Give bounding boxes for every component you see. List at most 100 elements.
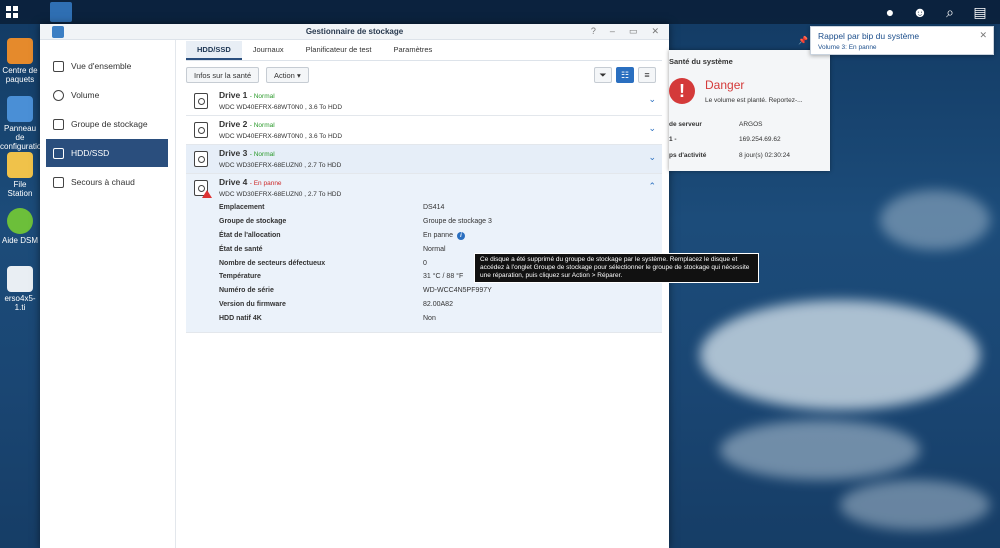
detail-value: Non bbox=[423, 315, 436, 323]
sidebar-item-overview[interactable]: Vue d'ensemble bbox=[46, 52, 168, 80]
search-icon[interactable]: ⌕ bbox=[942, 4, 958, 20]
health-description[interactable]: Le volume est planté. Reportez-... bbox=[705, 97, 827, 104]
overview-icon bbox=[53, 60, 64, 72]
tab-logs[interactable]: Journaux bbox=[242, 41, 295, 60]
pin-icon[interactable]: 📌 bbox=[798, 36, 808, 45]
compact-view-icon[interactable]: ≡ bbox=[638, 67, 656, 83]
drive-model: WDC WD40EFRX-68WT0N0 , 3.6 To HDD bbox=[219, 133, 343, 140]
drive-details: Emplacement DS414 Groupe de stockage Group… bbox=[219, 204, 492, 329]
sidebar: Vue d'ensemble Volume Groupe de stockage… bbox=[40, 40, 176, 548]
drive-row-1[interactable]: Drive 1 - Normal WDC WD40EFRX-68WT0N0 , … bbox=[186, 87, 662, 116]
tab-hdd-ssd[interactable]: HDD/SSD bbox=[186, 41, 242, 60]
image-file-icon bbox=[7, 266, 33, 292]
desktop-icon-dsm-help[interactable]: Aide DSM bbox=[0, 208, 40, 245]
maximize-button[interactable]: ▭ bbox=[629, 26, 638, 37]
drive-row-3[interactable]: Drive 3 - Normal WDC WD30EFRX-68EUZN0 , … bbox=[186, 145, 662, 174]
chevron-down-icon[interactable]: ⌄ bbox=[648, 94, 656, 105]
detail-value: Groupe de stockage 3 bbox=[423, 217, 492, 225]
notification-title: Rappel par bip du système bbox=[818, 31, 920, 41]
tab-settings[interactable]: Paramètres bbox=[383, 41, 444, 60]
detail-value: 82.00A82 bbox=[423, 301, 453, 309]
detail-label: État de l'allocation bbox=[219, 231, 281, 239]
detail-value: WD-WCC4N5PF997Y bbox=[423, 287, 492, 295]
notifications-icon[interactable]: ● bbox=[882, 4, 898, 20]
minimize-button[interactable]: – bbox=[610, 26, 615, 37]
toolbar: Infos sur la santé Action ▾ ⏷ ☷ ≡ bbox=[186, 61, 662, 87]
drive-status: Normal bbox=[253, 151, 275, 158]
sidebar-item-hot-spare[interactable]: Secours à chaud bbox=[46, 168, 168, 196]
main-panel: HDD/SSD Journaux Planificateur de test P… bbox=[186, 40, 662, 548]
sidebar-item-label: Secours à chaud bbox=[71, 177, 135, 187]
drive-row-2[interactable]: Drive 2 - Normal WDC WD40EFRX-68WT0N0 , … bbox=[186, 116, 662, 145]
chevron-down-icon[interactable]: ⌄ bbox=[648, 152, 656, 163]
detail-value: 0 bbox=[423, 259, 427, 267]
file-station-icon bbox=[7, 152, 33, 178]
desktop-icon-label: File Station bbox=[7, 180, 33, 198]
sidebar-item-label: HDD/SSD bbox=[71, 148, 110, 158]
chevron-down-icon[interactable]: ⌄ bbox=[648, 123, 656, 134]
drive-model: WDC WD30EFRX-68EUZN0 , 2.7 To HDD bbox=[219, 162, 342, 169]
info-icon[interactable]: i bbox=[456, 231, 465, 240]
storage-manager-taskbar-icon[interactable] bbox=[50, 2, 72, 22]
drive-name: Drive 1 bbox=[219, 90, 248, 100]
health-info-button[interactable]: Infos sur la santé bbox=[186, 67, 260, 83]
desktop-icon-control-panel[interactable]: Panneau de configuration bbox=[0, 96, 46, 151]
sidebar-item-volume[interactable]: Volume bbox=[46, 81, 168, 109]
desktop-icon-label: Aide DSM bbox=[1, 236, 38, 245]
main-menu-icon[interactable] bbox=[6, 6, 18, 18]
health-status: Danger bbox=[705, 78, 745, 92]
health-value: 8 jour(s) 02:30:24 bbox=[739, 152, 790, 159]
window-titlebar[interactable]: Gestionnaire de stockage ? – ▭ ✕ bbox=[40, 24, 669, 40]
hot-spare-icon bbox=[53, 176, 64, 188]
help-icon bbox=[7, 208, 33, 234]
detail-label: Emplacement bbox=[219, 204, 265, 211]
drive-model: WDC WD30EFRX-68EUZN0 , 2.7 To HDD bbox=[219, 191, 342, 198]
tooltip: Ce disque a été supprimé du groupe de st… bbox=[474, 253, 759, 283]
drive-status: Normal bbox=[253, 93, 275, 100]
health-value: 169.254.69.62 bbox=[739, 136, 781, 143]
hdd-icon bbox=[194, 122, 208, 138]
drive-name: Drive 2 bbox=[219, 119, 248, 129]
notification-popup[interactable]: Rappel par bip du système Volume 3: En p… bbox=[810, 26, 994, 55]
sidebar-item-hdd-ssd[interactable]: HDD/SSD bbox=[46, 139, 168, 167]
system-health-widget: Santé du système ! Danger Le volume est … bbox=[669, 50, 830, 171]
notification-detail: Volume 3: En panne bbox=[818, 44, 877, 51]
control-panel-icon bbox=[7, 96, 33, 122]
widgets-icon[interactable]: ▤ bbox=[972, 4, 988, 20]
warning-icon bbox=[202, 190, 212, 198]
health-key: 1 - bbox=[669, 136, 677, 143]
desktop-icon-file-station[interactable]: File Station bbox=[0, 152, 40, 198]
detail-label: État de santé bbox=[219, 245, 263, 253]
tab-test-scheduler[interactable]: Planificateur de test bbox=[295, 41, 383, 60]
detail-value: 31 °C / 88 °F bbox=[423, 273, 464, 281]
detail-value: DS414 bbox=[423, 204, 445, 211]
desktop-icon-image-file[interactable]: erso4x5-1.ti bbox=[0, 266, 40, 312]
user-icon[interactable]: ☻ bbox=[912, 4, 928, 20]
sidebar-item-label: Groupe de stockage bbox=[71, 119, 148, 129]
sidebar-item-storage-pool[interactable]: Groupe de stockage bbox=[46, 110, 168, 138]
desktop-icon-label: Panneau de configuration bbox=[0, 124, 46, 151]
help-button[interactable]: ? bbox=[591, 26, 596, 37]
sidebar-item-label: Volume bbox=[71, 90, 100, 100]
alert-icon: ! bbox=[669, 78, 695, 104]
sidebar-item-label: Vue d'ensemble bbox=[71, 61, 132, 71]
health-key: ps d'activité bbox=[669, 152, 707, 159]
storage-manager-window: Gestionnaire de stockage ? – ▭ ✕ Vue d'e… bbox=[40, 24, 669, 548]
taskbar: ● ☻ ⌕ ▤ bbox=[0, 0, 1000, 24]
detail-label: Groupe de stockage bbox=[219, 217, 287, 225]
detail-value: Normal bbox=[423, 245, 446, 253]
drive-model: WDC WD40EFRX-68WT0N0 , 3.6 To HDD bbox=[219, 104, 343, 111]
action-button[interactable]: Action ▾ bbox=[266, 67, 309, 83]
storage-pool-icon bbox=[53, 118, 64, 130]
chevron-down-icon: ▾ bbox=[296, 71, 301, 80]
filter-icon[interactable]: ⏷ bbox=[594, 67, 612, 83]
close-icon[interactable]: ✕ bbox=[979, 30, 987, 41]
drive-status: En panne bbox=[253, 180, 282, 187]
hdd-icon bbox=[53, 147, 64, 159]
package-center-icon bbox=[7, 38, 33, 64]
desktop-icon-package-center[interactable]: Centre de paquets bbox=[0, 38, 40, 84]
desktop-icon-label: erso4x5-1.ti bbox=[4, 294, 36, 312]
list-view-icon[interactable]: ☷ bbox=[616, 67, 634, 83]
chevron-up-icon[interactable]: ⌃ bbox=[648, 181, 656, 192]
close-button[interactable]: ✕ bbox=[651, 26, 659, 37]
